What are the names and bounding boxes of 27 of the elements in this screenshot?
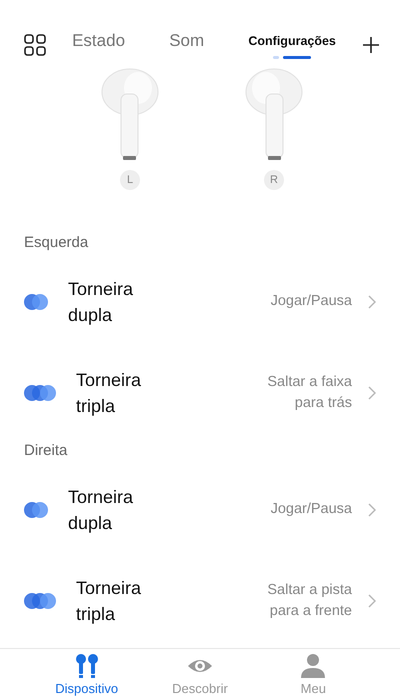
gesture-label: Torneira tripla [76,368,142,418]
earbuds-icon [74,653,99,679]
action-value[interactable]: Saltar a faixa para trás [206,372,352,414]
gesture-label: Torneira dupla [68,486,134,535]
section-title: Esquerda [23,233,90,253]
tab[interactable]: Som [169,30,204,52]
side-label: L [120,170,140,190]
nav-tab[interactable]: Dispositivo [42,653,132,699]
tab[interactable]: Configurações [248,30,336,52]
page-indicator-icon [273,56,312,60]
chevron-right-icon [368,502,376,516]
tab[interactable]: Estado [72,30,126,52]
add-icon[interactable] [362,36,380,54]
gesture-label: Torneira tripla [76,576,142,626]
person-icon [300,653,326,679]
section-title: Direita [23,441,68,461]
chevron-right-icon [368,294,376,308]
side-label: R [264,170,284,190]
chevron-right-icon [368,594,376,608]
nav-tab[interactable]: Descobrir [154,653,245,699]
action-value[interactable]: Jogar/Pausa [198,499,352,520]
gesture-label: Torneira dupla [68,278,134,327]
grid-menu-icon[interactable] [24,34,46,56]
action-value[interactable]: Jogar/Pausa [198,291,352,312]
action-value[interactable]: Saltar a pista para a frente [206,580,352,622]
chevron-right-icon [368,386,376,400]
nav-tab[interactable]: Meu [268,653,358,699]
